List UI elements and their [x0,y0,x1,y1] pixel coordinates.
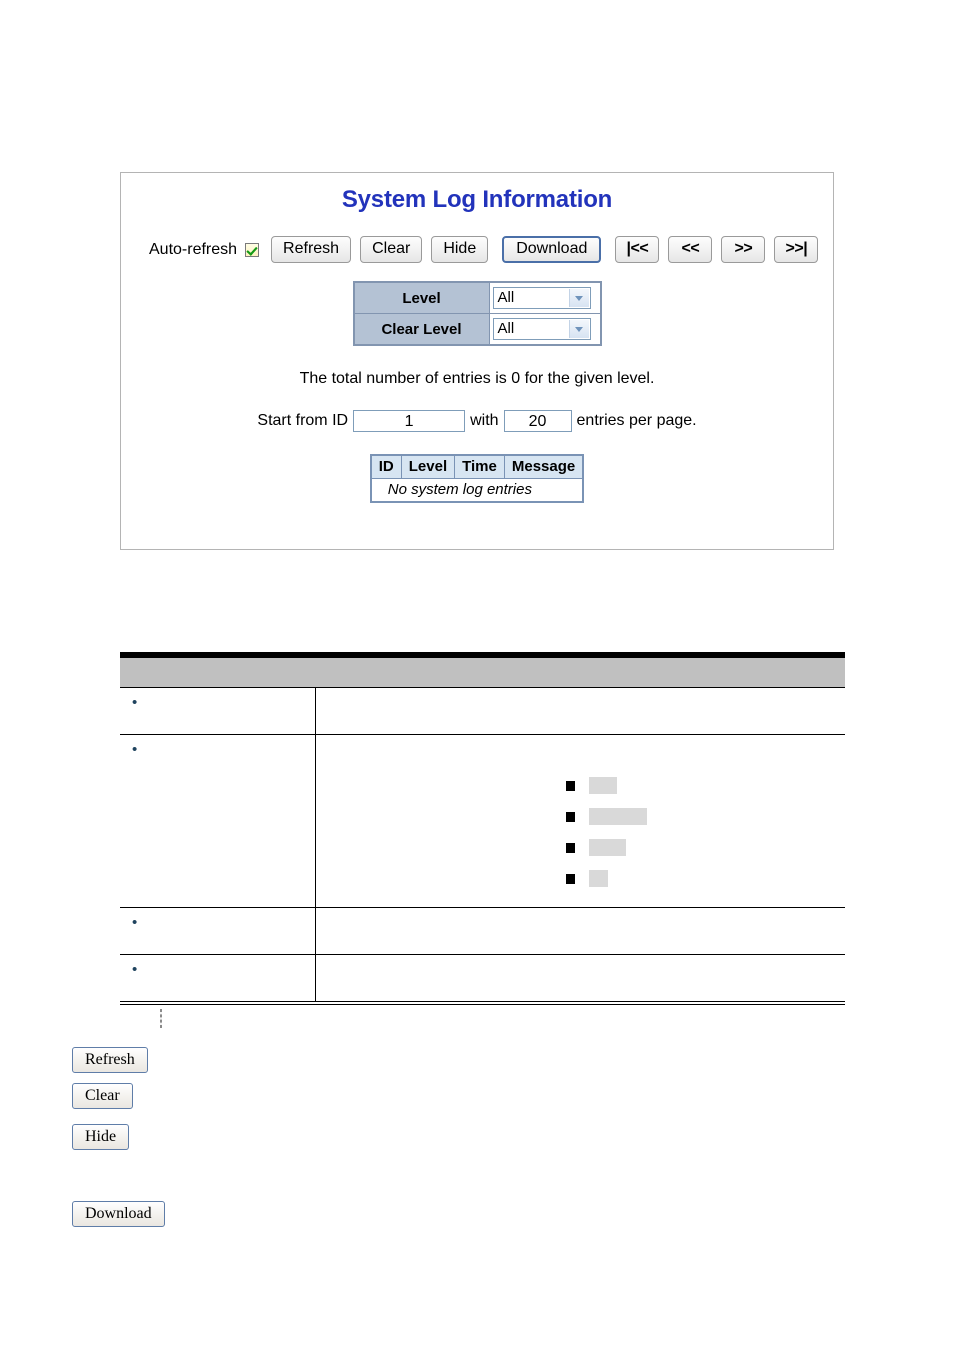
level-filter-table: Level All Clear Level All [352,281,602,346]
redacted-text-block [588,777,617,794]
redacted-text-block [588,839,626,856]
download-button[interactable]: Download [502,236,602,263]
clear-level-select[interactable]: All [492,318,591,340]
object-description-table [120,652,845,1005]
desc-header-object [120,657,315,688]
level-select[interactable]: All [492,287,591,309]
table-row [120,907,845,955]
legend-clear-row: Clear [72,1083,133,1109]
legend-checkbox-row [160,1009,162,1028]
desc-table-header-row [120,657,845,688]
desc-row-label-cell [120,687,316,735]
log-col-id: ID [370,454,402,479]
clear-level-label: Clear Level [353,313,490,346]
auto-refresh-label: Auto-refresh [149,240,238,258]
auto-refresh-checkbox[interactable] [245,242,260,257]
legend-download-row: Download [72,1201,165,1227]
bullet-icon [132,915,137,930]
system-log-information-panel: System Log Information Auto-refresh Refr… [120,172,834,550]
download-button-sample[interactable]: Download [72,1201,165,1227]
refresh-button[interactable]: Refresh [271,236,352,263]
legend-refresh-row: Refresh [72,1047,148,1073]
total-entries-text: The total number of entries is 0 for the… [299,370,655,387]
list-item [326,870,846,887]
no-entries-text: No system log entries [370,478,584,503]
list-item [326,808,846,825]
refresh-button-sample[interactable]: Refresh [72,1047,148,1073]
redacted-text-block [588,870,608,887]
log-col-level: Level [400,454,456,479]
entries-per-page-input[interactable]: 20 [503,410,572,432]
desc-row-label-cell [120,954,316,1005]
chevron-down-icon[interactable] [568,289,589,307]
clear-button[interactable]: Clear [360,236,423,263]
table-row [120,687,845,735]
hide-button[interactable]: Hide [431,236,489,263]
clear-level-row: Clear Level All [353,313,601,346]
legend-hide-row: Hide [72,1124,130,1150]
desc-row-label-cell [120,734,316,908]
start-from-id-input[interactable]: 1 [353,410,466,432]
desc-header-description [315,657,845,688]
level-select-value: All [497,289,515,306]
desc-row-value-cell [315,734,846,908]
desc-row-value-cell [315,907,845,955]
table-row [120,734,846,908]
clear-button-sample[interactable]: Clear [72,1083,133,1109]
desc-row-label-cell [120,907,316,955]
level-select-cell: All [488,281,601,314]
start-from-id-label: Start from ID [257,412,349,430]
hide-button-sample[interactable]: Hide [72,1124,130,1150]
bullet-icon [132,695,137,710]
clear-level-select-value: All [497,320,515,337]
log-table-empty-row: No system log entries [370,478,584,503]
table-row [120,954,845,1005]
auto-refresh-checkbox-sample[interactable] [160,1009,162,1028]
list-item [326,777,846,794]
square-bullet-icon [565,842,575,853]
with-label: with [470,412,499,430]
entries-per-page-label: entries per page. [576,412,697,430]
redacted-text-block [588,808,647,825]
desc-row-value-cell [315,687,845,735]
log-col-time: Time [454,454,505,479]
log-col-message: Message [503,454,584,479]
log-table-header-row: ID Level Time Message [370,454,584,479]
desc-row-value-cell [315,954,845,1005]
system-log-table: ID Level Time Message No system log entr… [369,454,585,503]
toolbar: Auto-refresh Refresh Clear Hide Download… [121,236,833,263]
page-title: System Log Information [341,186,613,213]
next-page-button[interactable]: >> [721,236,766,263]
bullet-icon [132,962,137,977]
chevron-down-icon[interactable] [568,320,589,338]
paging-row: Start from ID 1 with 20 entries per page. [121,410,833,432]
desc-sublist [326,777,846,887]
first-page-button[interactable]: |<< [615,236,660,263]
square-bullet-icon [565,780,575,791]
level-row: Level All [353,281,601,314]
last-page-button[interactable]: >>| [774,236,819,263]
bullet-icon [132,742,137,757]
level-label: Level [353,281,490,314]
clear-level-select-cell: All [488,313,601,346]
prev-page-button[interactable]: << [668,236,713,263]
list-item [326,839,846,856]
square-bullet-icon [565,811,575,822]
square-bullet-icon [565,873,575,884]
